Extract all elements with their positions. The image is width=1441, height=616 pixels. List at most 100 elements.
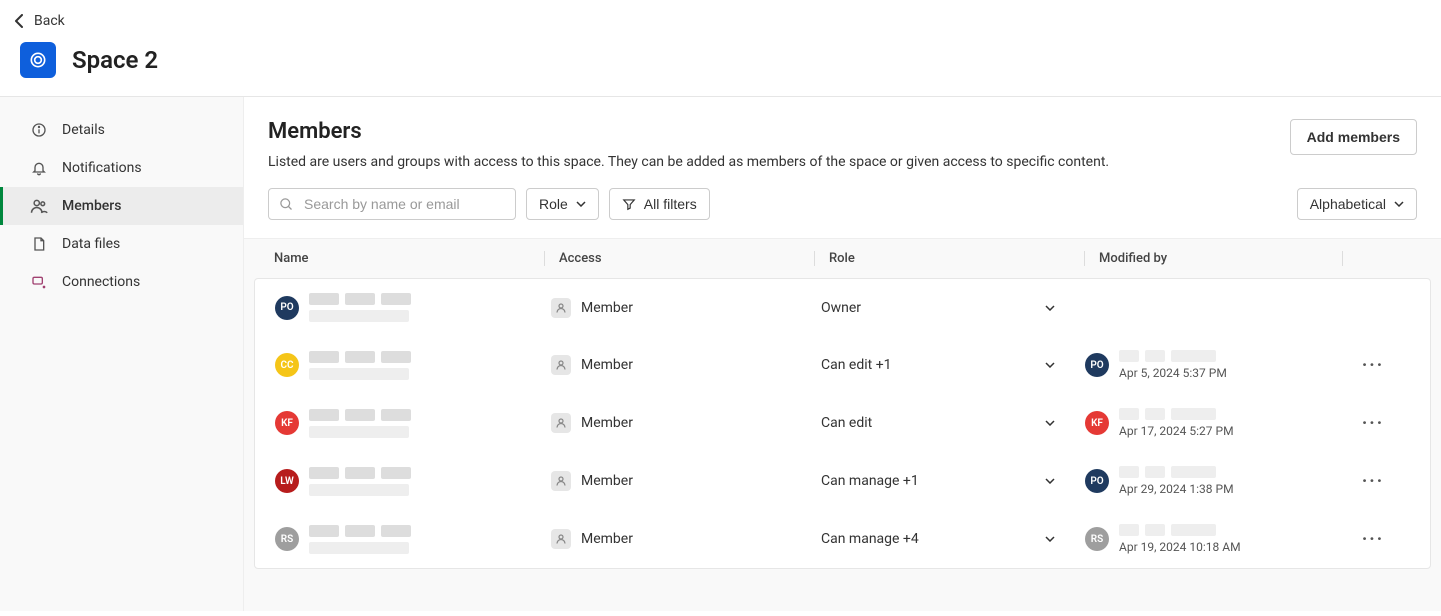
- sidebar-item-label: Data files: [62, 236, 120, 252]
- role-label: Can manage +4: [821, 531, 919, 547]
- back-link[interactable]: Back: [14, 13, 65, 29]
- redacted-name: [309, 409, 411, 438]
- avatar: KF: [1085, 411, 1109, 435]
- role-dropdown[interactable]: Can manage +4: [815, 531, 1085, 547]
- row-menu-button[interactable]: ···: [1362, 529, 1384, 550]
- connections-icon: [30, 273, 48, 291]
- all-filters-button[interactable]: All filters: [609, 188, 710, 220]
- sidebar-item-connections[interactable]: Connections: [0, 263, 243, 301]
- all-filters-label: All filters: [644, 196, 697, 212]
- avatar: PO: [1085, 353, 1109, 377]
- cell-name: RS: [275, 525, 545, 554]
- cell-access: Member: [545, 355, 815, 375]
- cell-actions: ···: [1343, 529, 1403, 550]
- redacted-modifier-name: [1119, 350, 1227, 362]
- avatar: KF: [275, 411, 299, 435]
- col-modified-by: Modified by: [1084, 251, 1342, 266]
- sidebar-item-notifications[interactable]: Notifications: [0, 149, 243, 187]
- role-label: Owner: [821, 300, 861, 316]
- access-label: Member: [581, 415, 633, 431]
- chevron-down-icon: [1045, 478, 1055, 484]
- redacted-modifier-name: [1119, 408, 1234, 420]
- group-icon: [551, 471, 571, 491]
- cell-name: KF: [275, 409, 545, 438]
- role-dropdown[interactable]: Can edit: [815, 415, 1085, 431]
- avatar: PO: [275, 296, 299, 320]
- access-label: Member: [581, 531, 633, 547]
- section-title: Members: [268, 119, 1109, 144]
- cell-name: LW: [275, 467, 545, 496]
- search-input-wrap[interactable]: [268, 188, 516, 220]
- row-menu-button[interactable]: ···: [1362, 413, 1384, 434]
- avatar: RS: [1085, 527, 1109, 551]
- chevron-down-icon: [1045, 420, 1055, 426]
- space-icon: [20, 42, 56, 78]
- cell-modified-by: KF Apr 17, 2024 5:27 PM: [1085, 408, 1343, 438]
- cell-modified-by: RSApr 19, 2024 10:18 AM: [1085, 524, 1343, 554]
- sidebar-item-label: Connections: [62, 274, 140, 290]
- redacted-modifier-name: [1119, 524, 1241, 536]
- group-icon: [551, 529, 571, 549]
- sidebar-item-label: Details: [62, 122, 105, 138]
- chevron-down-icon: [1045, 536, 1055, 542]
- role-filter-button[interactable]: Role: [526, 188, 599, 220]
- chevron-down-icon: [1394, 201, 1404, 207]
- avatar: PO: [1085, 469, 1109, 493]
- col-access: Access: [544, 251, 814, 266]
- role-filter-label: Role: [539, 196, 568, 212]
- role-label: Can edit +1: [821, 357, 892, 373]
- cell-modified-by: PO Apr 5, 2024 5:37 PM: [1085, 350, 1343, 380]
- sidebar-item-details[interactable]: Details: [0, 111, 243, 149]
- table-row: RS Member Can manage +4 RSApr 19, 2024 10:1…: [255, 510, 1430, 568]
- table-row: PO Member Owner: [255, 279, 1430, 336]
- cell-actions: ···: [1343, 471, 1403, 492]
- access-label: Member: [581, 473, 633, 489]
- group-icon: [551, 413, 571, 433]
- avatar: RS: [275, 527, 299, 551]
- table-header: Name Access Role Modified by: [244, 239, 1441, 278]
- role-dropdown[interactable]: Owner: [815, 300, 1085, 316]
- table-row: KF Member Can edit KF Apr 17, 2024 5:27 PM ··…: [255, 394, 1430, 452]
- col-name: Name: [274, 251, 544, 266]
- sort-label: Alphabetical: [1310, 196, 1386, 212]
- row-menu-button[interactable]: ···: [1362, 471, 1384, 492]
- add-members-button[interactable]: Add members: [1290, 119, 1417, 155]
- avatar: CC: [275, 353, 299, 377]
- role-dropdown[interactable]: Can edit +1: [815, 357, 1085, 373]
- cell-actions: ···: [1343, 413, 1403, 434]
- modified-date: Apr 5, 2024 5:37 PM: [1119, 366, 1227, 380]
- search-input[interactable]: [304, 196, 505, 212]
- access-label: Member: [581, 300, 633, 316]
- cell-name: PO: [275, 293, 545, 322]
- modified-date: Apr 29, 2024 1:38 PM: [1119, 482, 1234, 496]
- sidebar-item-members[interactable]: Members: [0, 187, 243, 225]
- table-row: LW Member Can manage +1PO Apr 29, 2024 1:38…: [255, 452, 1430, 510]
- cell-name: CC: [275, 351, 545, 380]
- page-title: Space 2: [72, 46, 158, 74]
- row-menu-button[interactable]: ···: [1362, 355, 1384, 376]
- sidebar-item-label: Members: [62, 198, 121, 214]
- sidebar-item-label: Notifications: [62, 160, 142, 176]
- role-label: Can edit: [821, 415, 872, 431]
- redacted-name: [309, 467, 411, 496]
- info-icon: [30, 121, 48, 139]
- redacted-name: [309, 525, 411, 554]
- redacted-name: [309, 293, 411, 322]
- modified-date: Apr 17, 2024 5:27 PM: [1119, 424, 1234, 438]
- chevron-left-icon: [14, 14, 28, 28]
- redacted-modifier-name: [1119, 466, 1234, 478]
- cell-access: Member: [545, 529, 815, 549]
- chevron-down-icon: [1045, 362, 1055, 368]
- chevron-down-icon: [576, 201, 586, 207]
- sort-button[interactable]: Alphabetical: [1297, 188, 1417, 220]
- role-dropdown[interactable]: Can manage +1: [815, 473, 1085, 489]
- back-label: Back: [34, 13, 65, 29]
- cell-modified-by: PO Apr 29, 2024 1:38 PM: [1085, 466, 1343, 496]
- members-icon: [30, 197, 48, 215]
- access-label: Member: [581, 357, 633, 373]
- sidebar: Details Notifications Members Data files…: [0, 97, 244, 611]
- cell-access: Member: [545, 298, 815, 318]
- sidebar-item-data-files[interactable]: Data files: [0, 225, 243, 263]
- cell-actions: ···: [1343, 355, 1403, 376]
- cell-access: Member: [545, 413, 815, 433]
